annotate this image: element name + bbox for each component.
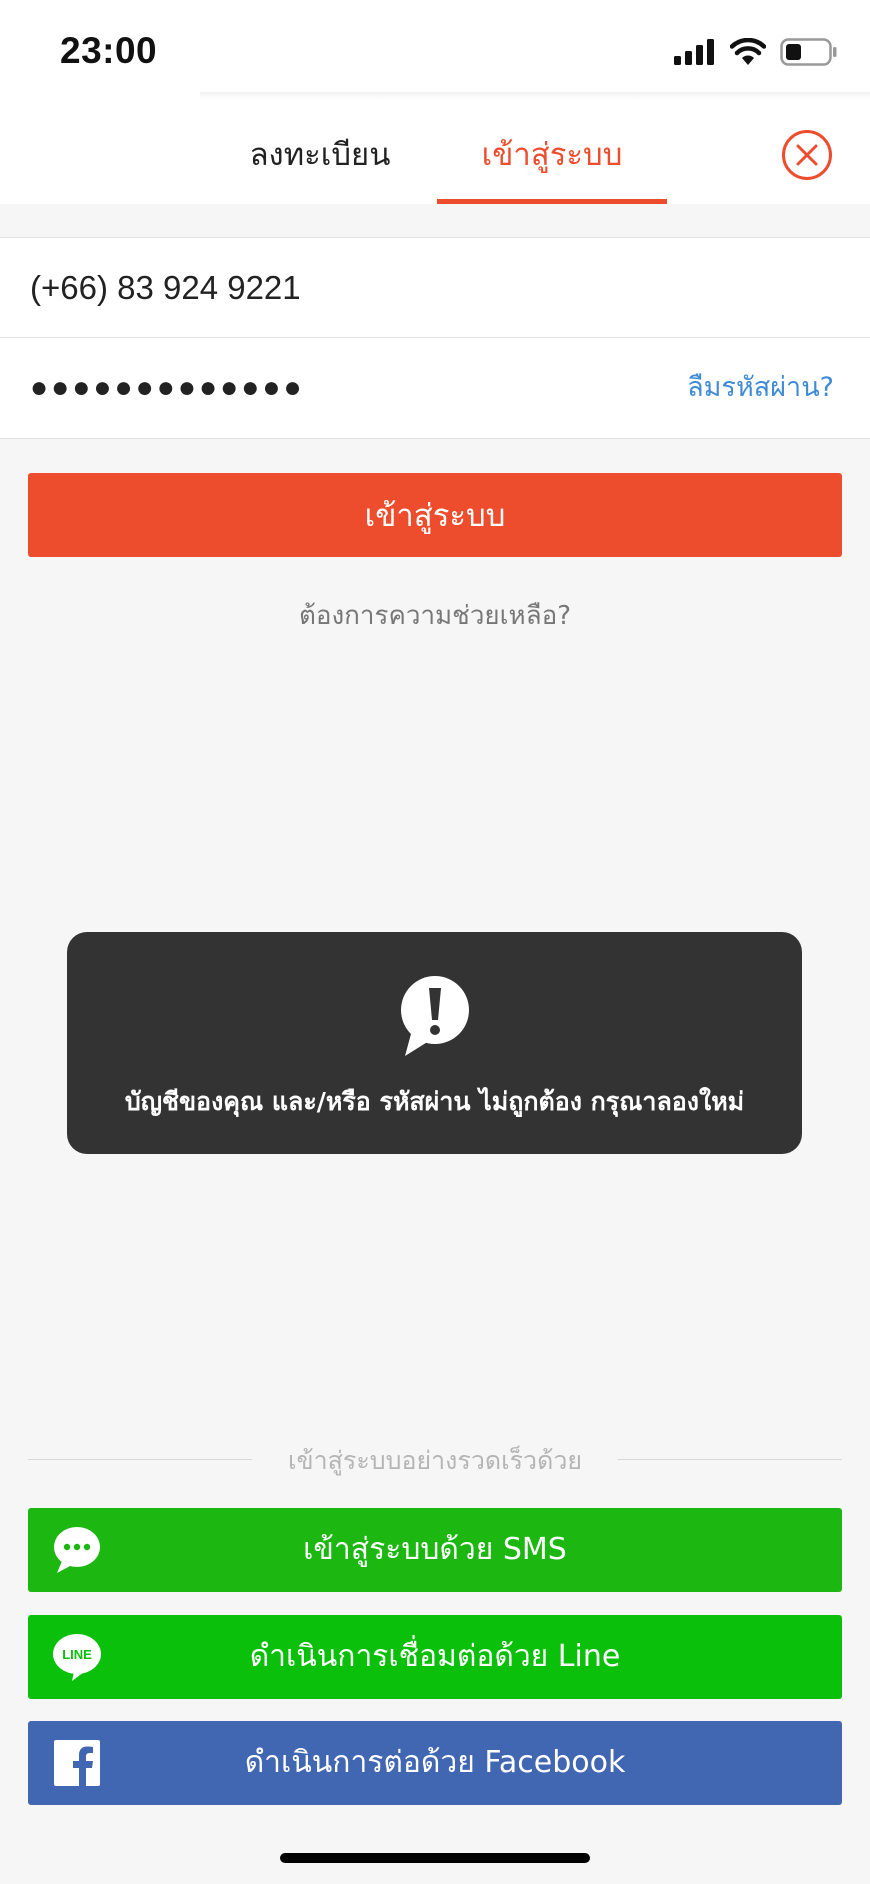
sms-login-label: เข้าสู่ระบบด้วย SMS (303, 1532, 567, 1567)
phone-input[interactable]: (+66) 83 924 9221 (30, 238, 301, 338)
home-indicator[interactable] (280, 1853, 590, 1863)
signal-icon (674, 39, 714, 65)
status-icons (674, 38, 838, 66)
sms-login-button[interactable]: เข้าสู่ระบบด้วย SMS (28, 1508, 842, 1592)
facebook-login-label: ดำเนินการต่อด้วย Facebook (244, 1745, 626, 1780)
close-icon (796, 144, 818, 166)
error-message: บัญชีของคุณ และ/หรือ รหัสผ่าน ไม่ถูกต้อง… (124, 1087, 745, 1116)
auth-tab-bar: ลงทะเบียน เข้าสู่ระบบ (0, 104, 870, 204)
login-screen: 23:00 ลงทะเบียน เข้าสู่ระบบ (+66) 83 924… (0, 0, 870, 1884)
status-time: 23:00 (60, 30, 158, 71)
line-login-label: ดำเนินการเชื่อมต่อด้วย Line (249, 1639, 621, 1674)
error-toast: บัญชีของคุณ และ/หรือ รหัสผ่าน ไม่ถูกต้อง… (67, 932, 802, 1154)
wifi-icon (730, 38, 766, 65)
battery-icon (780, 38, 837, 66)
close-button[interactable] (782, 130, 832, 180)
forgot-password-link[interactable]: ลืมรหัสผ่าน? (687, 338, 834, 438)
login-button[interactable]: เข้าสู่ระบบ (28, 473, 842, 557)
password-field[interactable]: ●●●●●●●●●●●●● ลืมรหัสผ่าน? (0, 338, 870, 439)
password-input[interactable]: ●●●●●●●●●●●●● (30, 338, 305, 438)
status-bar: 23:00 (0, 0, 870, 104)
tab-login[interactable]: เข้าสู่ระบบ (437, 104, 667, 204)
quick-login-divider-label: เข้าสู่ระบบอย่างรวดเร็วด้วย (287, 1446, 583, 1475)
line-login-button[interactable]: LINE ดำเนินการเชื่อมต่อด้วย Line (28, 1615, 842, 1699)
divider-line-left (28, 1459, 252, 1460)
tab-register[interactable]: ลงทะเบียน (220, 104, 420, 204)
facebook-login-button[interactable]: ดำเนินการต่อด้วย Facebook (28, 1721, 842, 1805)
exclamation-bubble-icon (401, 976, 469, 1056)
divider-line-right (618, 1459, 842, 1460)
help-link[interactable]: ต้องการความช่วยเหลือ? (0, 595, 870, 636)
header-shadow (200, 92, 870, 100)
phone-field[interactable]: (+66) 83 924 9221 (0, 237, 870, 338)
active-tab-indicator (437, 199, 667, 204)
